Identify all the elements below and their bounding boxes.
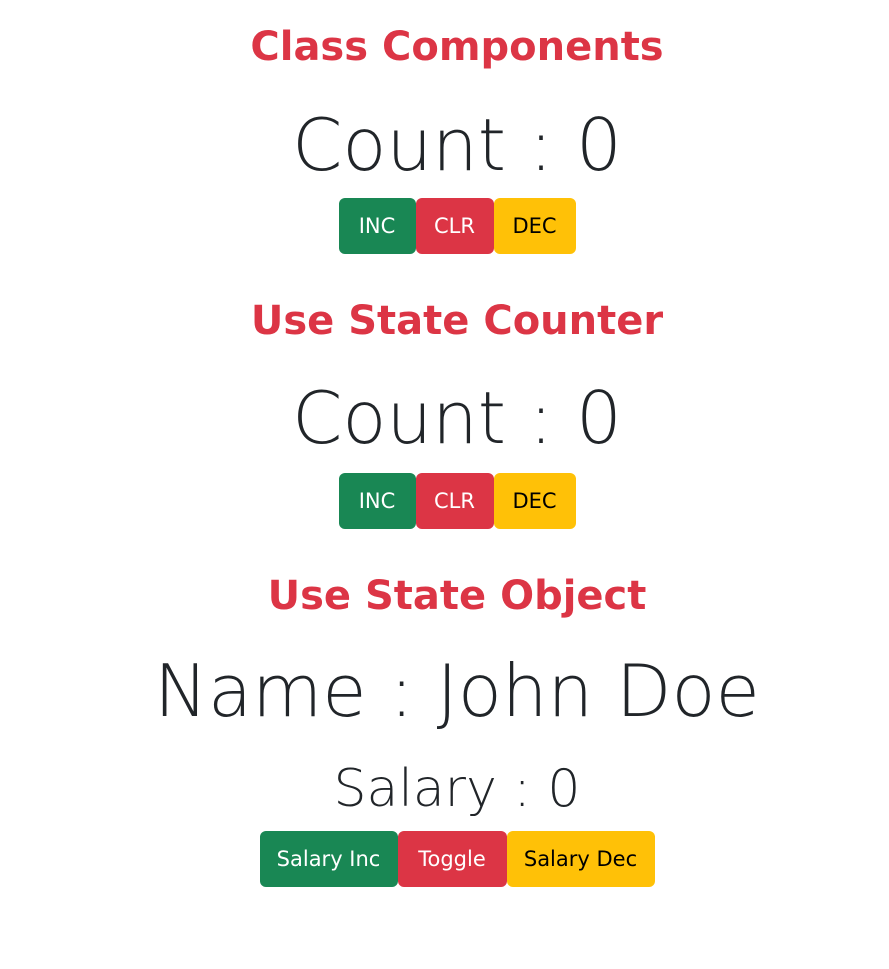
use-state-counter-title: Use State Counter: [250, 298, 664, 344]
class-counter-buttons: INC CLR DEC: [0, 198, 889, 254]
salary-buttons: Salary Inc Toggle Salary Dec: [0, 831, 889, 887]
state-dec-button[interactable]: DEC: [493, 473, 576, 529]
salary-display: Salary : 0: [333, 759, 581, 819]
use-state-object-title: Use State Object: [267, 573, 647, 619]
class-count-display: Count : 0: [292, 103, 622, 187]
page: Class Components Count : 0 INC CLR DEC U…: [0, 0, 889, 969]
toggle-button[interactable]: Toggle: [397, 831, 507, 887]
salary-inc-button[interactable]: Salary Inc: [259, 831, 398, 887]
state-clr-button[interactable]: CLR: [415, 473, 494, 529]
state-inc-button[interactable]: INC: [338, 473, 416, 529]
name-display: Name : John Doe: [154, 649, 760, 733]
state-count-display: Count : 0: [292, 376, 622, 460]
state-counter-buttons: INC CLR DEC: [0, 473, 889, 529]
class-dec-button[interactable]: DEC: [493, 198, 576, 254]
salary-dec-button[interactable]: Salary Dec: [506, 831, 655, 887]
class-clr-button[interactable]: CLR: [415, 198, 494, 254]
class-components-title: Class Components: [250, 24, 664, 70]
class-inc-button[interactable]: INC: [338, 198, 416, 254]
